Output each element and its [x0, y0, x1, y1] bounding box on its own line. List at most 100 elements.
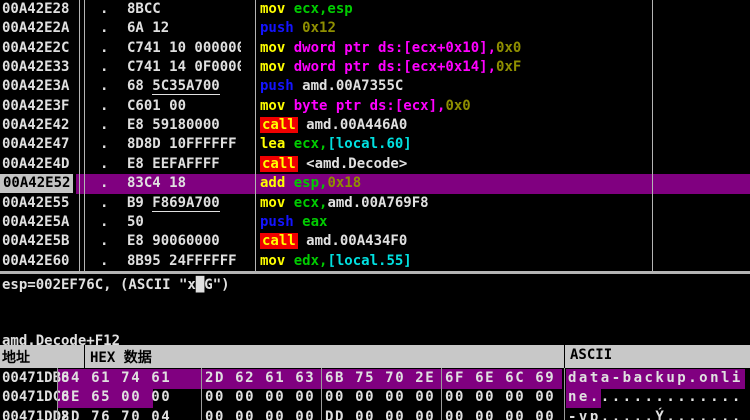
instruction-bytes: 8D8D 10FFFFFF — [127, 135, 241, 154]
dump-header-separator-2 — [564, 345, 565, 368]
analysis-dot-marker: . — [100, 19, 108, 38]
instruction-bytes: C601 00 — [127, 97, 241, 116]
instruction-bytes: E8 EEFAFFFF — [127, 155, 241, 174]
analysis-dot-marker: . — [100, 77, 108, 96]
dump-address: 00471DC8 — [2, 388, 69, 407]
instruction-address: 00A42E33 — [2, 58, 69, 77]
dump-group-separator-3 — [441, 368, 442, 420]
instruction-address: 00A42E5B — [2, 232, 69, 251]
symbol-info-line: amd.Decode+F12 — [2, 333, 120, 345]
analysis-dot-marker: . — [100, 39, 108, 58]
disasm-row[interactable]: 00A42E55. B9 F869A700 mov ecx,amd.00A769F8 — [0, 194, 750, 214]
dump-row[interactable]: 00471DC86E 65 00 0000 00 00 0000 00 00 0… — [0, 388, 750, 408]
disasm-row[interactable]: 00A42E4D. E8 EEFAFFFF call <amd.Decode> — [0, 155, 750, 175]
dump-row[interactable]: 00471DD82D 76 70 04 00 00 00 00 DD 00 00 0… — [0, 408, 750, 420]
dump-row[interactable]: 00471DB864 61 74 61 2D 62 61 63 6B 75 70 2… — [0, 369, 750, 389]
dump-header-ascii: ASCII — [570, 347, 612, 363]
register-info-line: esp=002EF76C, (ASCII "x█G") — [2, 277, 230, 293]
dump-header: 地址 HEX 数据 ASCII — [0, 345, 750, 368]
analysis-dot-marker: . — [100, 135, 108, 154]
instruction-bytes: 83C4 18 — [127, 174, 241, 193]
instruction-text: call amd.00A434F0 — [260, 232, 407, 251]
dump-hex-group: 00 00 00 00 — [205, 388, 315, 407]
dump-header-separator-1 — [84, 345, 85, 368]
instruction-text: call amd.00A446A0 — [260, 116, 407, 135]
instruction-address: 00A42E2C — [2, 39, 69, 58]
instruction-text: mov edx,[local.55] — [260, 252, 412, 271]
instruction-text: mov byte ptr ds:[ecx],0x0 — [260, 97, 471, 116]
dump-hex-group: 64 61 74 61 — [61, 369, 171, 388]
disasm-row[interactable]: 00A42E3A. 68 5C35A700 push amd.00A7355C — [0, 77, 750, 97]
analysis-dot-marker: . — [100, 252, 108, 271]
instruction-address: 00A42E4D — [2, 155, 69, 174]
address-column-separator-2 — [84, 0, 85, 271]
disasm-row[interactable]: 00A42E33.C741 14 0F000000mov dword ptr d… — [0, 58, 750, 78]
instruction-bytes: E8 90060000 — [127, 232, 241, 251]
instruction-text: call <amd.Decode> — [260, 155, 407, 174]
analysis-dot-marker: . — [100, 194, 108, 213]
instruction-address: 00A42E60 — [2, 252, 69, 271]
instruction-bytes: B9 F869A700 — [127, 194, 241, 213]
disassembly-panel[interactable]: 00A42E28.8BCCmov ecx,esp00A42E2A.6A 12pu… — [0, 0, 750, 271]
dump-hex-group: 2D 76 70 04 — [61, 408, 171, 420]
dump-address: 00471DB8 — [2, 369, 69, 388]
instruction-bytes: 68 5C35A700 — [127, 77, 241, 96]
instruction-text: mov ecx,amd.00A769F8 — [260, 194, 429, 213]
dump-header-hex: HEX 数据 — [90, 347, 152, 367]
disasm-row[interactable]: 00A42E5A. 50 push eax — [0, 213, 750, 233]
disasm-row[interactable]: 00A42E5B. E8 90060000 call amd.00A434F0 — [0, 232, 750, 252]
instruction-bytes: 6A 12 — [127, 19, 241, 38]
disasm-row[interactable]: 00A42E2C.C741 10 00000000mov dword ptr d… — [0, 39, 750, 59]
dump-ascii-text: ne.............. — [568, 388, 743, 407]
instruction-text: push 0x12 — [260, 19, 336, 38]
dump-hex-group: 6F 6E 6C 69 — [445, 369, 555, 388]
disasm-row[interactable]: 00A42E52.83C4 18add esp,0x18 — [0, 174, 750, 194]
instruction-bytes: E8 59180000 — [127, 116, 241, 135]
instruction-text: mov dword ptr ds:[ecx+0x14],0xF — [260, 58, 521, 77]
analysis-dot-marker: . — [100, 0, 108, 19]
analysis-dot-marker: . — [100, 232, 108, 251]
instruction-text: push amd.00A7355C — [260, 77, 403, 96]
dump-hex-group: 00 00 00 00 — [445, 388, 555, 407]
disasm-row[interactable]: 00A42E2A.6A 12push 0x12 — [0, 19, 750, 39]
dump-hex-group: 00 00 00 00 — [445, 408, 555, 420]
dump-address: 00471DD8 — [2, 408, 69, 420]
instruction-bytes: 8BCC — [127, 0, 241, 19]
disasm-row[interactable]: 00A42E42. E8 59180000 call amd.00A446A0 — [0, 116, 750, 136]
instruction-address: 00A42E52 — [0, 174, 73, 193]
hex-column-separator — [255, 0, 256, 271]
analysis-dot-marker: . — [100, 213, 108, 232]
dump-ascii-separator — [564, 368, 565, 420]
dump-hex-group: 6B 75 70 2E — [325, 369, 435, 388]
address-column-separator — [79, 0, 80, 271]
dump-hex-group: 00 00 00 00 — [325, 388, 435, 407]
instruction-address: 00A42E5A — [2, 213, 69, 232]
disasm-row[interactable]: 00A42E28.8BCCmov ecx,esp — [0, 0, 750, 20]
dump-hex-group: 00 00 00 00 — [205, 408, 315, 420]
dump-ascii-text: -vp.....Ý....... — [568, 408, 743, 420]
analysis-dot-marker: . — [100, 155, 108, 174]
instruction-text: mov ecx,esp — [260, 0, 353, 19]
dump-hex-group: 2D 62 61 63 — [205, 369, 315, 388]
instruction-bytes: C741 10 00000000 — [127, 39, 241, 58]
disasm-row[interactable]: 00A42E3F.C601 00mov byte ptr ds:[ecx],0x… — [0, 97, 750, 117]
comment-column-separator — [652, 0, 653, 271]
instruction-address: 00A42E42 — [2, 116, 69, 135]
instruction-address: 00A42E47 — [2, 135, 69, 154]
instruction-text: lea ecx,[local.60] — [260, 135, 412, 154]
analysis-dot-marker: . — [100, 97, 108, 116]
dump-hex-group: DD 00 00 00 — [325, 408, 435, 420]
analysis-dot-marker: . — [100, 116, 108, 135]
info-pane[interactable]: esp=002EF76C, (ASCII "x█G") amd.Decode+F… — [0, 274, 750, 345]
hex-dump-panel[interactable]: 地址 HEX 数据 ASCII 00471DB864 61 74 61 2D 62… — [0, 345, 750, 420]
dump-group-separator-1 — [201, 368, 202, 420]
dump-group-separator-2 — [321, 368, 322, 420]
instruction-address: 00A42E55 — [2, 194, 69, 213]
dump-address-separator — [57, 368, 58, 420]
instruction-text: add esp,0x18 — [260, 174, 361, 193]
disasm-row[interactable]: 00A42E60.8B95 24FFFFFFmov edx,[local.55] — [0, 252, 750, 271]
instruction-text: push eax — [260, 213, 327, 232]
disasm-row[interactable]: 00A42E47. 8D8D 10FFFFFF lea ecx,[local.60] — [0, 135, 750, 155]
instruction-address: 00A42E3A — [2, 77, 69, 96]
instruction-bytes: 50 — [127, 213, 241, 232]
